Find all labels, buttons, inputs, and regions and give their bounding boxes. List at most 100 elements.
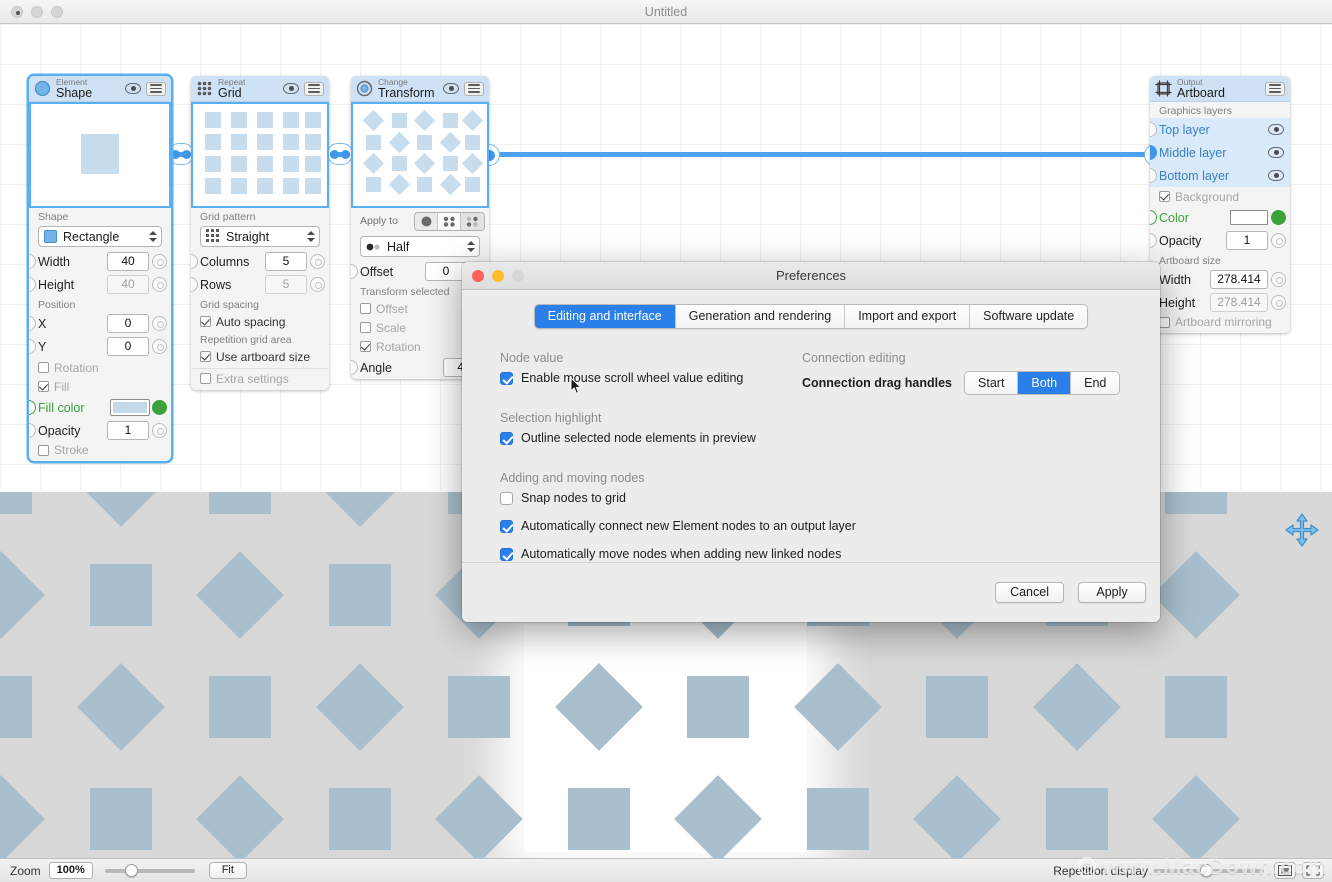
node-header-grid[interactable]: Repeat Grid: [191, 76, 329, 102]
rotation-cb-checkbox[interactable]: [360, 341, 371, 352]
connection-transform-to-artboard[interactable]: [489, 152, 1154, 157]
node-header-artboard[interactable]: Output Artboard: [1150, 76, 1290, 102]
node-element-shape[interactable]: Element Shape Shape Rectangle Width 40 H…: [29, 76, 171, 461]
preferences-dialog[interactable]: Preferences Editing and interface Genera…: [462, 262, 1160, 622]
apply-half-icon[interactable]: [461, 212, 484, 230]
extra-settings-checkbox[interactable]: [200, 373, 211, 384]
apply-to-row[interactable]: Apply to: [351, 208, 489, 234]
port-width-out[interactable]: [152, 254, 167, 269]
y-input[interactable]: 0: [107, 337, 149, 356]
snap-nodes-option-row[interactable]: Snap nodes to grid: [500, 491, 1122, 505]
outline-selected-option-row[interactable]: Outline selected node elements in previe…: [500, 431, 1122, 445]
layer-row-top[interactable]: Top layer: [1150, 118, 1290, 141]
use-artboard-size-row[interactable]: Use artboard size: [191, 347, 329, 366]
port-angle-in[interactable]: [351, 360, 358, 375]
apply-alternate-icon[interactable]: [438, 212, 462, 230]
fit-to-window-button[interactable]: [1274, 862, 1296, 879]
segment-start[interactable]: Start: [965, 372, 1019, 394]
offset-input[interactable]: 0: [425, 262, 467, 281]
actual-size-button[interactable]: [1302, 862, 1324, 879]
stroke-checkbox-row[interactable]: Stroke: [29, 442, 171, 461]
node-menu-icon[interactable]: [304, 81, 324, 96]
row-height[interactable]: Height 40: [29, 273, 171, 296]
port-artboard-height-out[interactable]: [1271, 295, 1286, 310]
row-artboard-opacity[interactable]: Opacity 1: [1150, 229, 1290, 252]
port-fillcolor-out[interactable]: [152, 400, 167, 415]
port-fillcolor-in[interactable]: [29, 400, 36, 415]
rotation-checkbox-row[interactable]: Rotation: [29, 358, 171, 377]
stroke-checkbox[interactable]: [38, 444, 49, 456]
row-artboard-height[interactable]: Height 278.414: [1150, 291, 1290, 314]
segment-both[interactable]: Both: [1018, 372, 1072, 394]
rows-input[interactable]: 5: [265, 275, 307, 294]
node-menu-icon[interactable]: [1265, 81, 1285, 96]
visibility-eye-icon[interactable]: [125, 83, 141, 94]
layer-row-bottom[interactable]: Bottom layer: [1150, 164, 1290, 187]
port-opacity-in[interactable]: [29, 423, 36, 438]
port-offset-in[interactable]: [351, 264, 358, 279]
row-x[interactable]: X 0: [29, 312, 171, 335]
segment-end[interactable]: End: [1071, 372, 1120, 394]
artboard-width-input[interactable]: 278.414: [1210, 270, 1268, 289]
background-checkbox[interactable]: [1159, 191, 1170, 202]
tab-import-and-export[interactable]: Import and export: [845, 305, 971, 328]
scroll-wheel-checkbox[interactable]: [500, 371, 513, 385]
apply-all-icon[interactable]: [415, 212, 439, 230]
grid-pattern-select[interactable]: Straight: [200, 226, 320, 247]
port-artboard-opacity-out[interactable]: [1271, 233, 1286, 248]
artboard-mirroring-checkbox[interactable]: [1159, 316, 1170, 328]
port-color-in[interactable]: [1150, 210, 1157, 225]
x-input[interactable]: 0: [107, 314, 149, 333]
port-artboard-width-out[interactable]: [1271, 272, 1286, 287]
port-rows-in[interactable]: [191, 277, 198, 292]
height-input[interactable]: 40: [107, 275, 149, 294]
auto-spacing-row[interactable]: Auto spacing: [191, 312, 329, 331]
port-height-in[interactable]: [29, 277, 36, 292]
port-opacity-out[interactable]: [152, 423, 167, 438]
auto-connect-option-row[interactable]: Automatically connect new Element nodes …: [500, 519, 1122, 533]
repetition-display-slider[interactable]: [1154, 863, 1264, 879]
node-repeat-grid[interactable]: Repeat Grid Grid pattern Straight Column…: [191, 76, 329, 390]
row-fill-color[interactable]: Fill color: [29, 396, 171, 419]
background-row[interactable]: Background: [1150, 187, 1290, 206]
zoom-input[interactable]: 100%: [48, 862, 93, 879]
node-header-shape[interactable]: Element Shape: [29, 76, 171, 102]
opacity-input[interactable]: 1: [107, 421, 149, 440]
port-top-layer[interactable]: [1150, 122, 1157, 137]
auto-connect-checkbox[interactable]: [500, 519, 513, 533]
tab-software-update[interactable]: Software update: [970, 305, 1088, 328]
outline-selected-checkbox[interactable]: [500, 431, 513, 445]
port-y-in[interactable]: [29, 339, 36, 354]
zoom-slider-thumb[interactable]: [124, 863, 138, 877]
tab-editing-and-interface[interactable]: Editing and interface: [534, 305, 676, 328]
apply-button[interactable]: Apply: [1078, 582, 1146, 603]
tab-generation-and-rendering[interactable]: Generation and rendering: [675, 305, 846, 328]
layer-row-middle[interactable]: Middle layer: [1150, 141, 1290, 164]
extra-settings-row[interactable]: Extra settings: [191, 371, 329, 390]
visibility-eye-icon[interactable]: [443, 83, 459, 94]
port-bottom-layer[interactable]: [1150, 168, 1157, 183]
row-width[interactable]: Width 40: [29, 250, 171, 273]
visibility-eye-icon[interactable]: [1268, 147, 1284, 158]
fill-checkbox-row[interactable]: Fill: [29, 377, 171, 396]
width-input[interactable]: 40: [107, 252, 149, 271]
zoom-slider[interactable]: [104, 863, 195, 879]
snap-nodes-checkbox[interactable]: [500, 491, 513, 505]
apply-to-select[interactable]: Half: [360, 236, 480, 257]
fit-button[interactable]: Fit: [208, 862, 247, 879]
artboard-height-input[interactable]: 278.414: [1210, 293, 1268, 312]
fill-checkbox[interactable]: [38, 381, 49, 392]
row-columns[interactable]: Columns 5: [191, 250, 329, 273]
columns-input[interactable]: 5: [265, 252, 307, 271]
port-width-in[interactable]: [29, 254, 36, 269]
connection-handle-grid-transform[interactable]: [327, 143, 353, 165]
port-columns-in[interactable]: [191, 254, 198, 269]
visibility-eye-icon[interactable]: [1268, 124, 1284, 135]
port-columns-out[interactable]: [310, 254, 325, 269]
row-opacity[interactable]: Opacity 1: [29, 419, 171, 442]
row-color[interactable]: Color: [1150, 206, 1290, 229]
artboard-opacity-input[interactable]: 1: [1226, 231, 1268, 250]
visibility-eye-icon[interactable]: [283, 83, 299, 94]
port-x-in[interactable]: [29, 316, 36, 331]
shape-type-select[interactable]: Rectangle: [38, 226, 162, 247]
